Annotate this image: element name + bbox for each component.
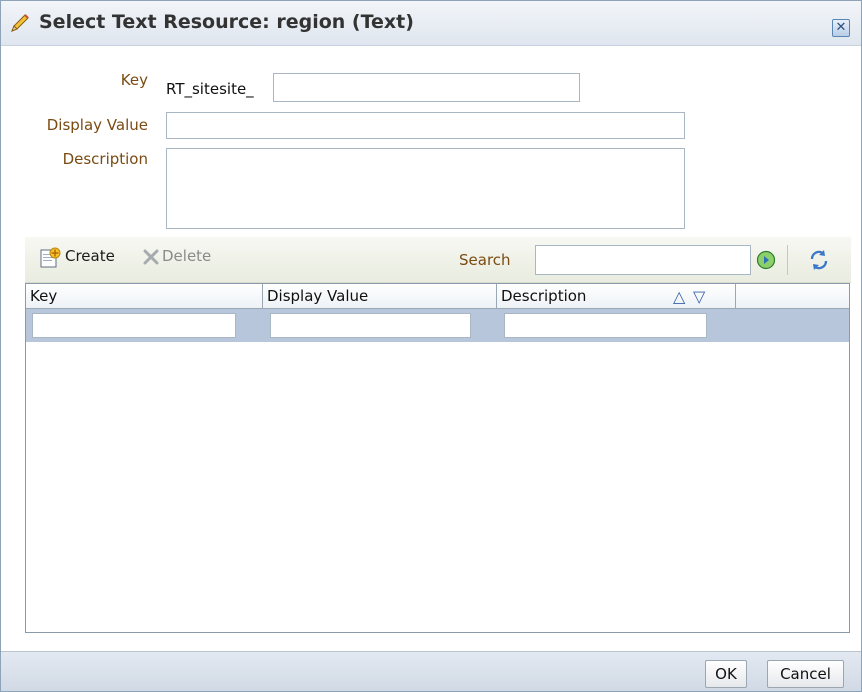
dialog-title: Select Text Resource: region (Text): [39, 11, 414, 33]
column-header-display-value[interactable]: Display Value: [263, 284, 497, 309]
sort-ascending-icon[interactable]: △: [673, 284, 685, 309]
delete-label: Delete: [162, 247, 212, 265]
column-header-filler: [736, 284, 849, 309]
description-label: Description: [62, 150, 148, 168]
resource-table: Key Display Value Description △ ▽: [25, 283, 850, 633]
dialog-footer: OK Cancel: [1, 651, 861, 691]
cancel-button[interactable]: Cancel: [767, 660, 844, 688]
description-textarea[interactable]: [166, 148, 685, 229]
column-header-description-label: Description: [501, 287, 587, 305]
refresh-icon[interactable]: [807, 248, 831, 272]
create-label: Create: [65, 247, 115, 265]
key-prefix: RT_sitesite_: [166, 80, 254, 98]
display-value-label: Display Value: [46, 116, 148, 134]
new-document-icon: [40, 247, 61, 268]
go-arrow-icon[interactable]: [756, 250, 776, 270]
close-icon[interactable]: ✕: [832, 19, 850, 37]
filter-display-value-input[interactable]: [270, 313, 471, 338]
key-input[interactable]: [273, 73, 580, 102]
table-body: [26, 342, 849, 632]
pencil-icon: [11, 14, 29, 32]
display-value-input[interactable]: [166, 112, 685, 139]
key-label: Key: [120, 71, 148, 89]
table-toolbar: Create Delete Search: [25, 237, 851, 283]
ok-button[interactable]: OK: [705, 660, 747, 688]
dialog-titlebar[interactable]: Select Text Resource: region (Text) ✕: [1, 1, 861, 46]
column-header-description[interactable]: Description △ ▽: [497, 284, 736, 309]
search-input[interactable]: [535, 245, 751, 275]
filter-key-input[interactable]: [32, 313, 236, 338]
column-header-key[interactable]: Key: [26, 284, 263, 309]
search-label: Search: [459, 251, 511, 269]
sort-descending-icon[interactable]: ▽: [693, 284, 705, 309]
select-text-resource-dialog: Select Text Resource: region (Text) ✕ Ke…: [0, 0, 862, 692]
filter-description-input[interactable]: [504, 313, 707, 338]
filter-row: [26, 309, 849, 342]
toolbar-divider: [787, 245, 788, 275]
delete-x-icon: [143, 249, 159, 265]
